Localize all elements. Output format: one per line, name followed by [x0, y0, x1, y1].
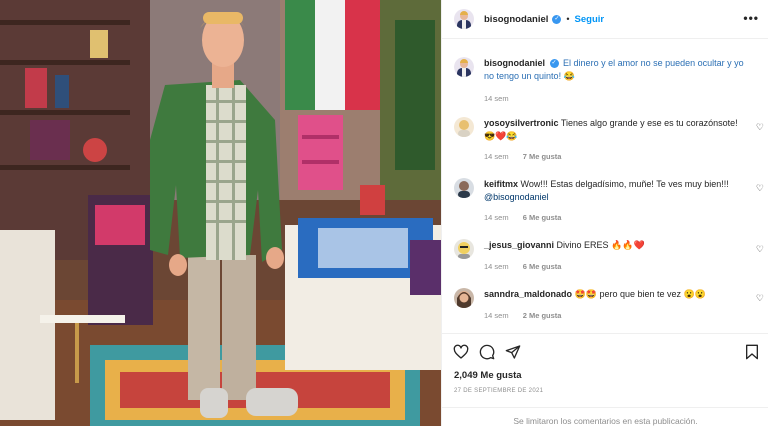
- comment-likes[interactable]: 2 Me gusta: [523, 311, 562, 320]
- comment-mention[interactable]: @bisognodaniel: [484, 192, 549, 202]
- heart-icon[interactable]: ♡: [756, 244, 764, 255]
- comment-body: keifitmx Wow!!! Estas delgadísimo, muñe!…: [484, 178, 744, 203]
- comment-username[interactable]: sanndra_maldonado: [484, 289, 572, 299]
- separator-dot: •: [566, 14, 570, 24]
- heart-icon[interactable]: ♡: [756, 293, 764, 304]
- comment-time[interactable]: 14 sem: [484, 311, 509, 320]
- comment-body: sanndra_maldonado 🤩🤩 pero que bien te ve…: [484, 288, 744, 301]
- comment-icon[interactable]: [479, 344, 495, 360]
- comment-text: Wow!!! Estas delgadísimo, muñe! Te ves m…: [520, 179, 729, 189]
- commenter-avatar[interactable]: [454, 117, 474, 137]
- save-icon[interactable]: [744, 344, 760, 360]
- caption-time[interactable]: 14 sem: [484, 94, 509, 103]
- post-date[interactable]: 27 DE SEPTIEMBRE DE 2021: [454, 388, 543, 394]
- comment-username[interactable]: _jesus_giovanni: [484, 240, 554, 250]
- heart-icon[interactable]: ♡: [756, 122, 764, 133]
- post-header: bisognodaniel ✓ • Seguir •••: [442, 0, 768, 39]
- comment-meta: 14 sem 7 Me gusta: [484, 152, 573, 161]
- heart-icon[interactable]: [453, 344, 469, 360]
- verified-icon: ✓: [552, 14, 562, 24]
- like-count[interactable]: 2,049 Me gusta: [454, 370, 522, 381]
- caption-meta: 14 sem: [484, 94, 521, 103]
- comment-time[interactable]: 14 sem: [484, 152, 509, 161]
- commenter-avatar[interactable]: [454, 288, 474, 308]
- author-avatar[interactable]: [454, 9, 474, 29]
- comment-meta: 14 sem 6 Me gusta: [484, 262, 573, 271]
- post-photo[interactable]: [0, 0, 441, 426]
- comment-likes[interactable]: 7 Me gusta: [523, 152, 562, 161]
- author-username[interactable]: bisognodaniel: [484, 14, 548, 25]
- comment-time[interactable]: 14 sem: [484, 213, 509, 222]
- caption-body: bisognodaniel ✓ El dinero y el amor no s…: [484, 57, 744, 82]
- follow-button[interactable]: Seguir: [575, 14, 605, 25]
- comment-text: 🤩🤩 pero que bien te vez 😮😮: [574, 289, 706, 299]
- comment-username[interactable]: yosoysilvertronic: [484, 118, 559, 128]
- comment-username[interactable]: keifitmx: [484, 179, 518, 189]
- share-icon[interactable]: [505, 344, 521, 360]
- instagram-post-view: bisognodaniel ✓ • Seguir ••• bisognodani…: [0, 0, 768, 426]
- post-side-panel: bisognodaniel ✓ • Seguir ••• bisognodani…: [441, 0, 768, 426]
- heart-icon[interactable]: ♡: [756, 183, 764, 194]
- action-icons: [453, 344, 521, 360]
- verified-icon: ✓: [549, 59, 559, 69]
- more-icon[interactable]: •••: [743, 12, 759, 24]
- comment-meta: 14 sem 6 Me gusta: [484, 213, 573, 222]
- comments-limited-notice: Se limitaron los comentarios en esta pub…: [442, 407, 768, 426]
- comment-body: yosoysilvertronic Tienes algo grande y e…: [484, 117, 744, 142]
- caption-username[interactable]: bisognodaniel: [484, 58, 545, 68]
- comment-body: _jesus_giovanni Divino ERES 🔥🔥❤️: [484, 239, 744, 252]
- comment-likes[interactable]: 6 Me gusta: [523, 262, 562, 271]
- comment-likes[interactable]: 6 Me gusta: [523, 213, 562, 222]
- comment-time[interactable]: 14 sem: [484, 262, 509, 271]
- commenter-avatar[interactable]: [454, 178, 474, 198]
- caption-avatar[interactable]: [454, 57, 474, 77]
- post-actions: 2,049 Me gusta 27 DE SEPTIEMBRE DE 2021 …: [442, 333, 768, 426]
- comments-list[interactable]: bisognodaniel ✓ El dinero y el amor no s…: [442, 40, 768, 332]
- comment-meta: 14 sem 2 Me gusta: [484, 311, 573, 320]
- commenter-avatar[interactable]: [454, 239, 474, 259]
- comment-text: Divino ERES 🔥🔥❤️: [556, 240, 645, 250]
- post-photo-image: [0, 0, 441, 426]
